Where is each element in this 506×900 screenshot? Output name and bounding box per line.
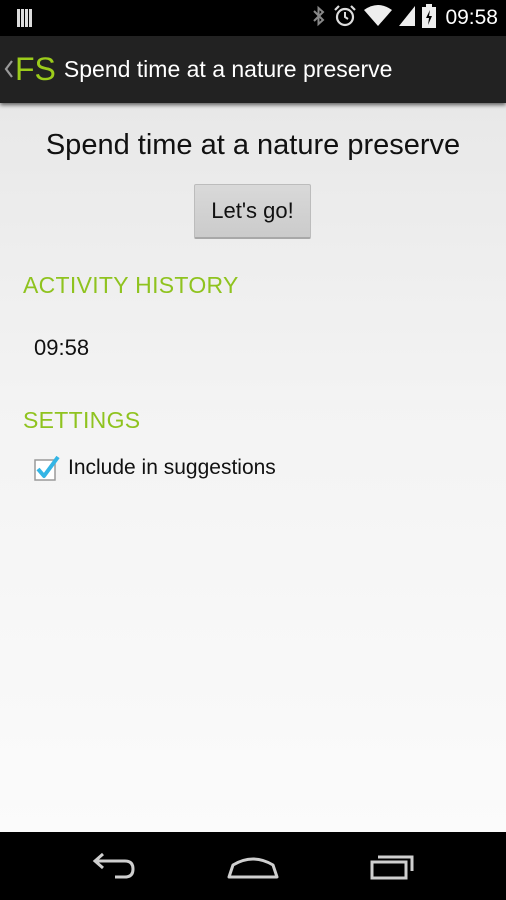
signal-icon [399, 5, 416, 32]
up-navigation-button[interactable]: FS [0, 36, 62, 103]
wifi-icon [364, 4, 393, 32]
include-in-suggestions-setting[interactable]: Include in suggestions [33, 455, 276, 481]
recent-apps-icon [370, 855, 414, 880]
app-logo: FS [15, 51, 56, 87]
bluetooth-icon [312, 5, 326, 32]
recent-apps-button[interactable] [344, 832, 444, 900]
action-bar: FS Spend time at a nature preserve [0, 36, 506, 103]
chevron-left-icon [4, 57, 14, 83]
lets-go-button[interactable]: Let's go! [194, 184, 311, 239]
activity-history-header: ACTIVITY HISTORY [23, 272, 239, 298]
history-entry: 09:58 [34, 335, 90, 360]
home-icon [227, 857, 279, 879]
status-bar: 09:58 [0, 0, 506, 36]
back-icon [92, 852, 135, 879]
battery-icon [422, 3, 437, 33]
navigation-bar [0, 832, 506, 900]
activity-detail-content: Spend time at a nature preserve Let's go… [0, 103, 506, 832]
alarm-icon [333, 4, 357, 33]
include-in-suggestions-label: Include in suggestions [68, 456, 276, 479]
activity-title: Spend time at a nature preserve [45, 129, 461, 161]
notification-icon [16, 8, 34, 33]
home-button[interactable] [203, 832, 303, 900]
settings-header: SETTINGS [23, 407, 141, 433]
include-in-suggestions-checkbox[interactable] [33, 455, 60, 481]
back-button[interactable] [62, 832, 162, 900]
status-clock: 09:58 [445, 6, 498, 29]
action-bar-title: Spend time at a nature preserve [63, 56, 393, 82]
